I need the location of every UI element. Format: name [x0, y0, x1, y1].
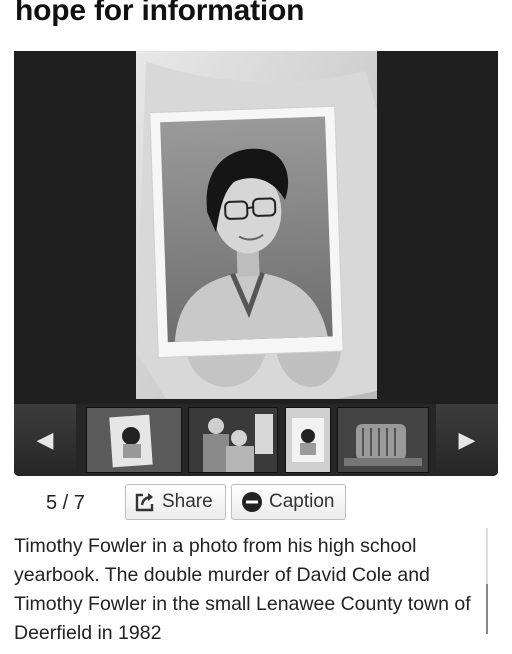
yearbook-photo-image [136, 51, 377, 399]
photo-gallery: ◀ ▶ [14, 51, 498, 476]
thumbnail-1-image [87, 408, 181, 472]
share-icon [134, 491, 156, 513]
caption-scrollbar[interactable] [486, 528, 488, 634]
caption-scrollbar-thumb[interactable] [486, 584, 488, 634]
main-photo[interactable] [136, 51, 377, 399]
next-photo-button[interactable]: ▶ [436, 404, 498, 476]
minus-circle-icon [241, 491, 263, 513]
left-arrow-icon: ◀ [36, 427, 54, 452]
thumbnail-3-image [286, 408, 330, 472]
thumbnail-3[interactable] [285, 407, 331, 473]
share-label: Share [162, 491, 213, 512]
thumbnail-2[interactable] [188, 407, 278, 473]
thumbnail-4-image [338, 408, 428, 472]
previous-photo-button[interactable]: ◀ [14, 404, 76, 476]
caption-button-label: Caption [269, 491, 335, 512]
article-headline: hope for information [15, 0, 305, 27]
thumbnail-4[interactable] [337, 407, 429, 473]
photo-counter: 5 / 7 [46, 492, 85, 514]
thumbnail-strip: ◀ ▶ [14, 404, 498, 476]
photo-caption: Timothy Fowler in a photo from his high … [14, 535, 471, 644]
caption-toggle-button[interactable]: Caption [231, 484, 346, 520]
right-arrow-icon: ▶ [458, 427, 476, 452]
thumbnail-1[interactable] [86, 407, 182, 473]
thumbnail-2-image [189, 408, 277, 472]
share-button[interactable]: Share [125, 484, 226, 520]
